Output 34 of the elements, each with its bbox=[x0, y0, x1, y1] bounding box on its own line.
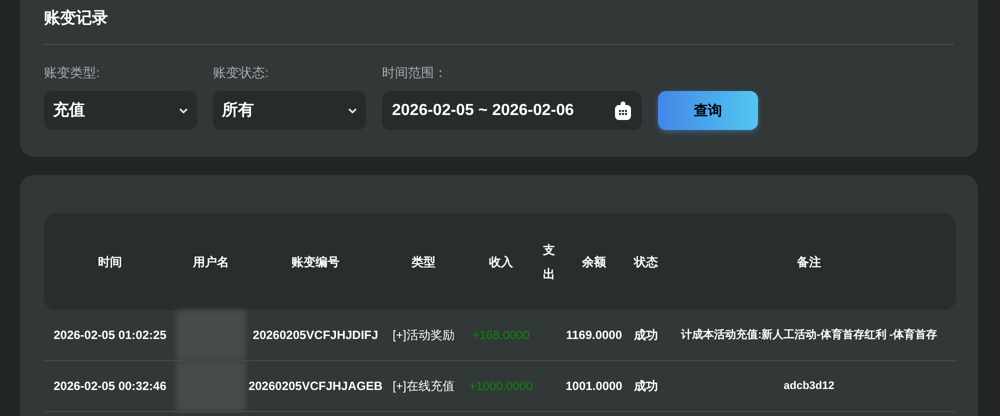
column-header: 收入 bbox=[462, 213, 540, 310]
column-header: 类型 bbox=[385, 213, 462, 310]
page-title: 账变记录 bbox=[44, 8, 108, 29]
column-header: 备注 bbox=[662, 213, 956, 310]
table-cell: 成功 bbox=[630, 360, 662, 412]
column-header: 时间 bbox=[44, 213, 176, 310]
query-button[interactable]: 查询 bbox=[658, 91, 758, 130]
dropdown[interactable]: 所有 bbox=[213, 91, 366, 130]
filter-label: 账变类型: bbox=[44, 65, 101, 81]
filter-label: 时间范围： bbox=[382, 65, 448, 81]
table-cell: adcb3d12 bbox=[662, 360, 956, 412]
table-cell: [+]活动奖励 bbox=[385, 310, 462, 360]
column-header: 用户名 bbox=[176, 213, 246, 310]
table-cell: 2026-02-05 00:32:46 bbox=[44, 360, 176, 412]
table-cell: 2026-02-05 01:02:25 bbox=[44, 310, 176, 360]
dropdown[interactable]: 充值 bbox=[44, 91, 197, 130]
calendar-icon bbox=[614, 100, 632, 120]
table-cell: 1169.0000 bbox=[558, 310, 630, 360]
table-cell: 20260205VCFJHJAGEB bbox=[246, 360, 385, 412]
table-cell: 20260205VCFJHJDIFJ bbox=[246, 310, 385, 360]
chevron-down-icon bbox=[179, 108, 188, 114]
date-range-field[interactable]: 2026-02-05 ~ 2026-02-06 bbox=[382, 91, 642, 130]
table-cell: [+]在线充值 bbox=[385, 360, 462, 412]
table-cell: +1000.0000 bbox=[462, 360, 540, 412]
table-cell: 计成本活动充值:新人工活动-体育首存红利 -体育首存 bbox=[662, 310, 956, 360]
column-header: 状态 bbox=[630, 213, 662, 310]
filter-label: 账变状态: bbox=[213, 65, 270, 81]
chevron-down-icon bbox=[348, 108, 357, 114]
column-header: 账变编号 bbox=[246, 213, 385, 310]
table-cell: 成功 bbox=[630, 310, 662, 360]
column-header: 余额 bbox=[558, 213, 630, 310]
table-cell: 1001.0000 bbox=[558, 360, 630, 412]
column-header: 支出 bbox=[540, 213, 558, 310]
table-cell: +168.0000 bbox=[462, 310, 540, 360]
